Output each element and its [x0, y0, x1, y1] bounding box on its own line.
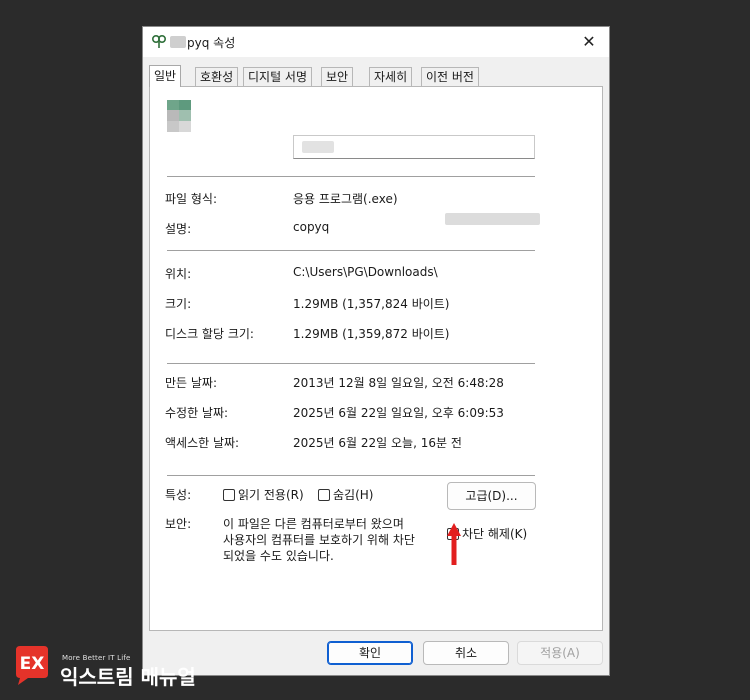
accessed-label: 액세스한 날짜:	[165, 436, 240, 450]
tab-digital-signatures[interactable]: 디지털 서명	[243, 67, 313, 86]
file-type-label: 파일 형식:	[165, 192, 218, 206]
modified-value: 2025년 6월 22일 일요일, 오후 6:09:53	[293, 406, 504, 420]
readonly-label: 읽기 전용(R)	[238, 488, 304, 502]
general-panel: 파일 형식: 응용 프로그램(.exe) 설명: copyq 위치: C:\Us…	[149, 86, 603, 631]
file-name-input[interactable]	[293, 135, 535, 159]
hidden-label: 숨김(H)	[333, 488, 374, 502]
security-text-line-1: 이 파일은 다른 컴퓨터로부터 왔으며	[223, 517, 404, 531]
advanced-button[interactable]: 고급(D)...	[447, 482, 536, 510]
red-arrow-annotation	[447, 523, 461, 565]
description-label: 설명:	[165, 222, 192, 236]
close-icon: ✕	[582, 32, 596, 51]
properties-dialog: pyq 속성 ✕ 일반 호환성 디지털 서명 보안 자세히 이전 버전 파일 형…	[142, 26, 610, 676]
attributes-label: 특성:	[165, 488, 192, 502]
disk-size-value: 1.29MB (1,359,872 바이트)	[293, 327, 450, 341]
created-label: 만든 날짜:	[165, 376, 218, 390]
modified-label: 수정한 날짜:	[165, 406, 229, 420]
checkbox-box	[318, 489, 330, 501]
location-value: C:\Users\PG\Downloads\	[293, 265, 438, 279]
security-text-line-2: 사용자의 컴퓨터를 보호하기 위해 차단	[223, 533, 415, 547]
location-label: 위치:	[165, 267, 192, 281]
location-blurred-text	[445, 213, 540, 225]
size-value: 1.29MB (1,357,824 바이트)	[293, 297, 450, 311]
file-name-blurred	[302, 141, 334, 153]
tab-security[interactable]: 보안	[321, 67, 354, 86]
brand-name: 익스트림 매뉴얼	[60, 665, 196, 689]
tab-previous-versions[interactable]: 이전 버전	[421, 67, 479, 86]
cancel-button[interactable]: 취소	[423, 641, 509, 665]
ok-button[interactable]: 확인	[327, 641, 413, 665]
title-blurred-text	[170, 36, 186, 48]
window-title: pyq 속성	[187, 36, 236, 50]
title-bar: pyq 속성 ✕	[143, 27, 609, 57]
apply-button[interactable]: 적용(A)	[517, 641, 603, 665]
readonly-checkbox[interactable]: 읽기 전용(R)	[223, 486, 304, 503]
separator	[167, 250, 535, 251]
accessed-value: 2025년 6월 22일 오늘, 16분 전	[293, 436, 462, 450]
unblock-label: 차단 해제(K)	[462, 527, 528, 541]
description-value: copyq	[293, 220, 330, 234]
tab-compatibility[interactable]: 호환성	[195, 67, 239, 86]
file-type-value: 응용 프로그램(.exe)	[293, 192, 398, 206]
security-text-line-3: 되었을 수도 있습니다.	[223, 549, 334, 563]
checkbox-box	[223, 489, 235, 501]
size-label: 크기:	[165, 297, 192, 311]
file-icon	[167, 100, 191, 132]
separator	[167, 475, 535, 476]
disk-size-label: 디스크 할당 크기:	[165, 327, 254, 341]
copyq-app-icon	[151, 34, 167, 48]
tab-general[interactable]: 일반	[149, 65, 182, 87]
security-label: 보안:	[165, 517, 192, 531]
separator	[167, 363, 535, 364]
ex-logo-icon: EX	[16, 646, 48, 685]
separator	[167, 176, 535, 177]
hidden-checkbox[interactable]: 숨김(H)	[318, 486, 373, 503]
close-button[interactable]: ✕	[575, 29, 603, 55]
logo-text: EX	[20, 654, 45, 674]
tab-details[interactable]: 자세히	[369, 67, 413, 86]
created-value: 2013년 12월 8일 일요일, 오전 6:48:28	[293, 376, 504, 390]
